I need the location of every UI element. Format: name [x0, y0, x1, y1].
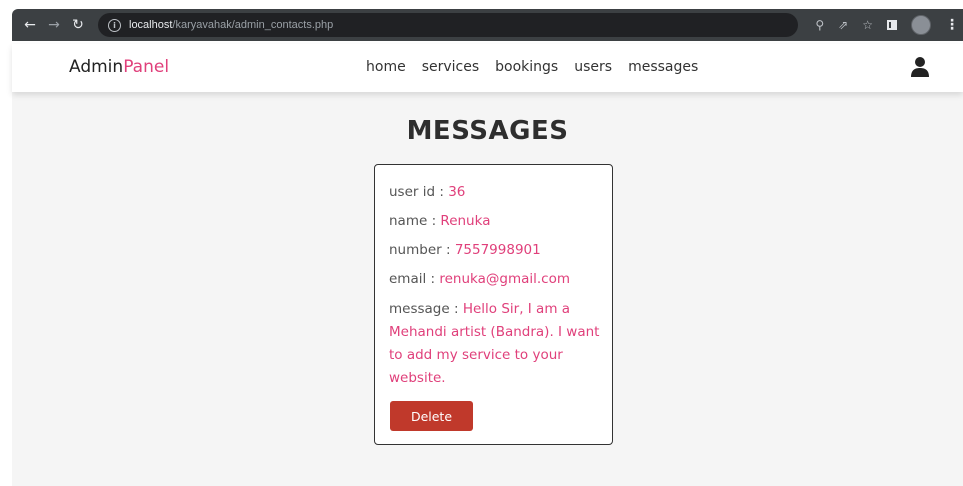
profile-avatar-icon[interactable]: [911, 15, 931, 35]
forward-arrow-icon[interactable]: →: [42, 9, 66, 41]
zoom-icon[interactable]: ⚲: [815, 9, 824, 41]
user-id-value: 36: [448, 184, 466, 200]
name-label: name :: [389, 213, 441, 229]
name-value: Renuka: [440, 213, 491, 229]
browser-toolbar: ← → ↻ i localhost/karyavahak/admin_conta…: [12, 9, 963, 41]
brand-accent: Panel: [123, 57, 170, 77]
admin-header: AdminPanel home services bookings users …: [12, 44, 963, 92]
browser-chrome: ← → ↻ i localhost/karyavahak/admin_conta…: [0, 0, 963, 44]
user-id-label: user id :: [389, 184, 449, 200]
user-id-row: user id : 36: [389, 182, 612, 203]
nav-messages[interactable]: messages: [628, 59, 698, 75]
email-value: renuka@gmail.com: [439, 271, 571, 287]
number-value: 7557998901: [454, 242, 541, 258]
back-arrow-icon[interactable]: ←: [18, 9, 42, 41]
side-panel-icon[interactable]: [887, 20, 897, 30]
info-icon[interactable]: i: [108, 18, 121, 32]
message-row: message : Hello Sir, I am a Mehandi arti…: [389, 298, 604, 390]
main-nav: home services bookings users messages: [366, 59, 698, 75]
share-icon[interactable]: ⇗: [838, 9, 848, 41]
brand-logo[interactable]: AdminPanel: [69, 57, 169, 77]
message-card: user id : 36 name : Renuka number : 7557…: [374, 164, 613, 445]
email-row: email : renuka@gmail.com: [389, 269, 612, 290]
bookmark-star-icon[interactable]: ☆: [862, 9, 873, 41]
nav-bookings[interactable]: bookings: [495, 59, 558, 75]
admin-page: AdminPanel home services bookings users …: [12, 44, 963, 486]
browser-actions: ⚲ ⇗ ☆ ⋮: [815, 9, 963, 41]
user-icon[interactable]: [911, 56, 929, 78]
url-path: /karyavahak/admin_contacts.php: [172, 19, 334, 31]
number-row: number : 7557998901: [389, 240, 612, 261]
delete-button[interactable]: Delete: [390, 401, 473, 431]
url-text: localhost/karyavahak/admin_contacts.php: [129, 19, 333, 31]
nav-home[interactable]: home: [366, 59, 406, 75]
nav-services[interactable]: services: [422, 59, 479, 75]
message-label: message :: [389, 301, 463, 317]
name-row: name : Renuka: [389, 211, 612, 232]
nav-users[interactable]: users: [574, 59, 612, 75]
page-title: MESSAGES: [406, 116, 569, 146]
more-menu-icon[interactable]: ⋮: [945, 17, 959, 33]
brand-main: Admin: [69, 57, 124, 77]
number-label: number :: [389, 242, 455, 258]
reload-icon[interactable]: ↻: [66, 9, 90, 41]
url-host: localhost: [129, 19, 173, 31]
email-label: email :: [389, 271, 440, 287]
address-bar[interactable]: i localhost/karyavahak/admin_contacts.ph…: [98, 13, 798, 37]
